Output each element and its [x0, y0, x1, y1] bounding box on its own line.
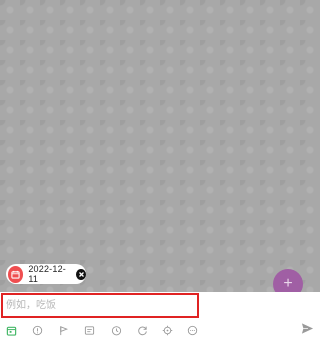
location-icon[interactable]	[161, 324, 173, 336]
flag-icon[interactable]	[57, 324, 69, 336]
send-icon[interactable]	[300, 321, 314, 335]
reminder-icon[interactable]	[110, 324, 122, 336]
composer-toolbar	[0, 322, 320, 337]
calendar-icon[interactable]	[5, 324, 17, 336]
dimmed-background-overlay[interactable]	[0, 0, 320, 292]
selected-date-chip[interactable]: 2022-12-11	[6, 264, 86, 284]
task-title-input[interactable]	[1, 293, 199, 318]
more-icon[interactable]	[186, 324, 198, 336]
priority-icon[interactable]	[31, 324, 43, 336]
remove-date-icon[interactable]	[76, 268, 86, 280]
list-icon[interactable]	[83, 324, 95, 336]
fab-plus-label: +	[283, 275, 293, 292]
selected-date-label: 2022-12-11	[28, 264, 66, 284]
calendar-icon	[8, 265, 24, 283]
repeat-icon[interactable]	[136, 324, 148, 336]
